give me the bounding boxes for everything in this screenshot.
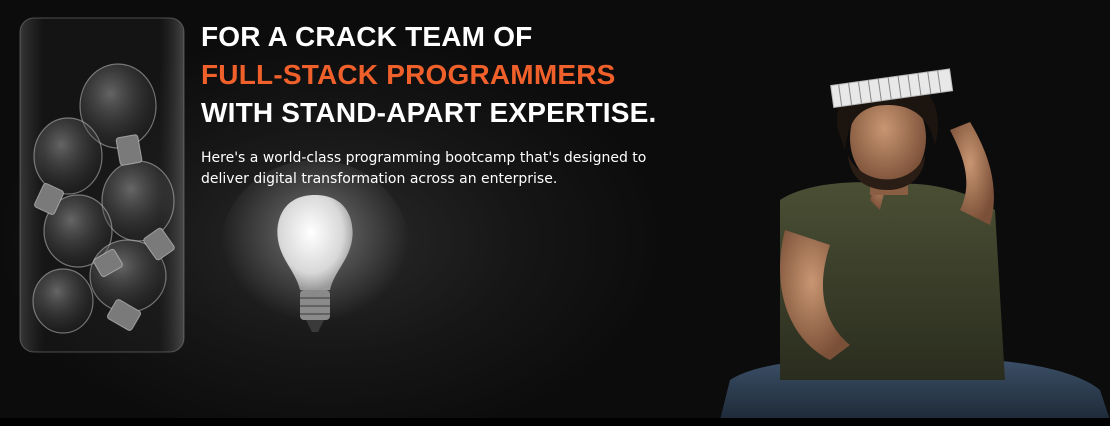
headline-line-2-accent: FULL-STACK PROGRAMMERS (201, 59, 616, 90)
headline-line-1: FOR A CRACK TEAM OF (201, 21, 533, 52)
programmer-person-image (720, 68, 1110, 420)
hero-headline: FOR A CRACK TEAM OF FULL-STACK PROGRAMME… (201, 18, 656, 132)
hero-banner: FOR A CRACK TEAM OF FULL-STACK PROGRAMME… (0, 0, 1110, 426)
headline-line-3: WITH STAND-APART EXPERTISE. (201, 97, 657, 128)
jar-of-bulbs-image (19, 17, 185, 353)
glowing-bulb-image (220, 160, 410, 340)
hero-description: Here's a world-class programming bootcam… (201, 150, 647, 187)
